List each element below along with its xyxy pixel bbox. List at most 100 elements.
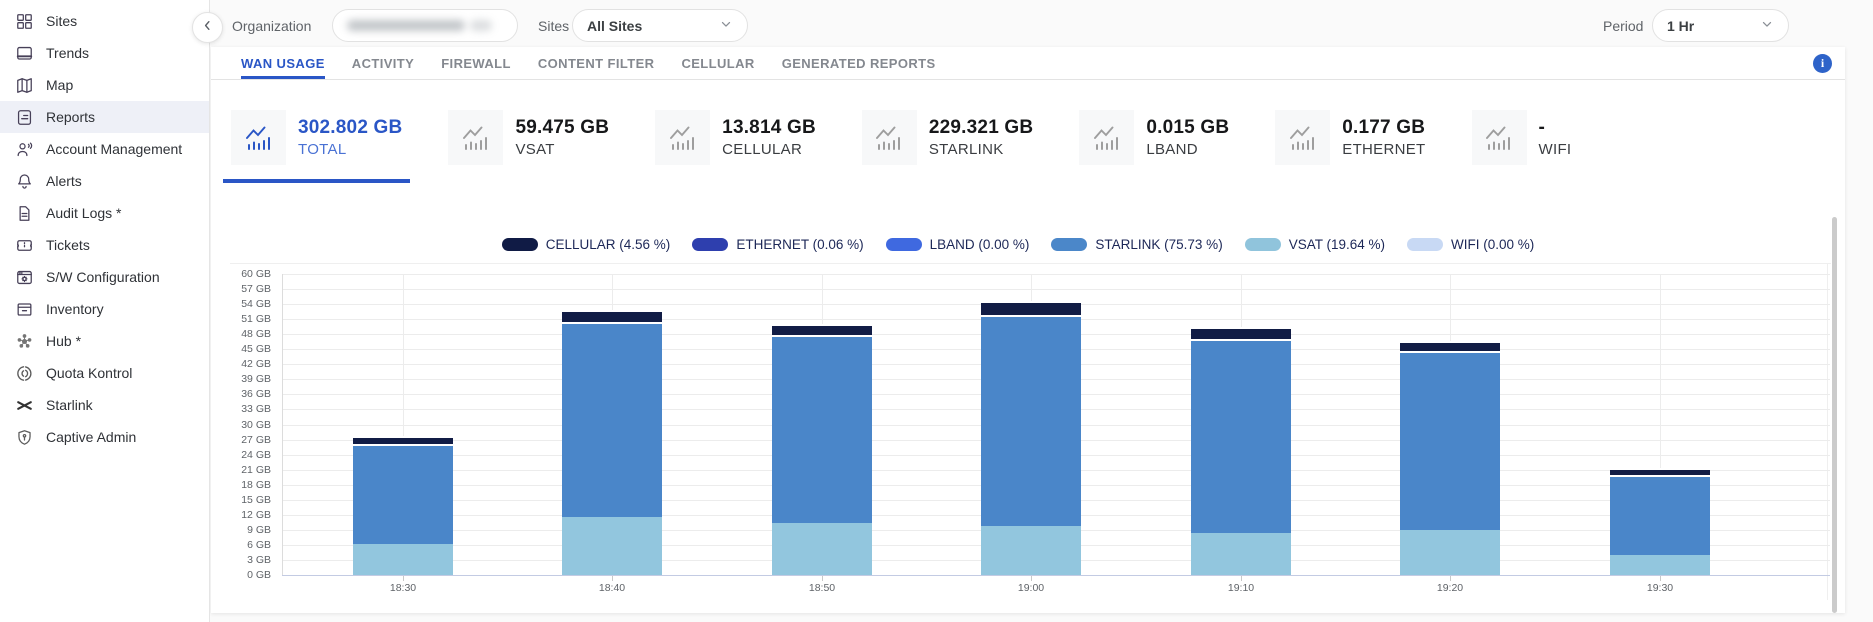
bar-segment-cellular[interactable]	[1610, 468, 1710, 476]
sidebar-item-alerts[interactable]: Alerts	[0, 165, 209, 197]
y-axis-tick-label: 18 GB	[219, 479, 271, 491]
bar-segment-vsat[interactable]	[1610, 555, 1710, 575]
bar-segment-vsat[interactable]	[1191, 533, 1291, 575]
window-gear-icon	[14, 267, 34, 287]
sidebar-item-tickets[interactable]: Tickets	[0, 229, 209, 261]
y-axis-tick-label: 42 GB	[219, 358, 271, 370]
y-axis-tick-label: 54 GB	[219, 298, 271, 310]
sidebar-item-label: Hub *	[46, 333, 81, 349]
bar-segment-vsat[interactable]	[772, 523, 872, 575]
sites-select[interactable]: All Sites	[572, 9, 748, 42]
y-axis-tick-label: 39 GB	[219, 373, 271, 385]
period-select-value: 1 Hr	[1667, 18, 1694, 34]
sidebar-item-starlink[interactable]: Starlink	[0, 389, 209, 421]
x-axis-tick-label: 19:10	[1201, 582, 1281, 594]
sidebar-item-trends[interactable]: Trends	[0, 37, 209, 69]
period-select[interactable]: 1 Hr	[1652, 9, 1789, 42]
bar-segment-vsat[interactable]	[981, 526, 1081, 575]
bar-segment-cellular[interactable]	[562, 310, 662, 323]
organization-label: Organization	[232, 18, 311, 34]
y-axis-tick-label: 51 GB	[219, 313, 271, 325]
chart-right-border	[1827, 263, 1828, 600]
y-axis-tick-label: 36 GB	[219, 388, 271, 400]
y-axis-tick-label: 33 GB	[219, 403, 271, 415]
y-axis-tick-label: 0 GB	[219, 569, 271, 581]
sidebar-item-quota-kontrol[interactable]: Quota Kontrol	[0, 357, 209, 389]
collapse-sidebar-button[interactable]	[192, 12, 223, 43]
bar-segment-starlink[interactable]	[1400, 351, 1500, 530]
gridline	[282, 289, 1830, 290]
bar-segment-cellular[interactable]	[981, 301, 1081, 315]
sidebar-item-account-management[interactable]: Account Management	[0, 133, 209, 165]
chevron-down-icon	[719, 17, 733, 34]
x-axis-tick-label: 18:40	[572, 582, 652, 594]
sidebar-item-hub[interactable]: Hub *	[0, 325, 209, 357]
sidebar-item-label: Account Management	[46, 141, 182, 157]
bar-segment-starlink[interactable]	[1191, 339, 1291, 533]
reports-card: WAN USAGEACTIVITYFIREWALLCONTENT FILTERC…	[211, 47, 1845, 613]
y-axis-line	[282, 274, 283, 575]
starlink-x-icon	[14, 395, 34, 415]
bar-segment-starlink[interactable]	[1610, 475, 1710, 555]
y-axis-tick-label: 27 GB	[219, 434, 271, 446]
sidebar-item-label: Reports	[46, 109, 95, 125]
molecule-icon	[14, 331, 34, 351]
sidebar-item-label: Audit Logs *	[46, 205, 122, 221]
shield-icon	[14, 427, 34, 447]
bar-segment-starlink[interactable]	[772, 335, 872, 523]
chart-scrollbar[interactable]	[1832, 217, 1837, 613]
map-icon	[14, 75, 34, 95]
y-axis-tick-label: 21 GB	[219, 464, 271, 476]
bar-segment-starlink[interactable]	[562, 322, 662, 517]
gridline	[282, 274, 1830, 275]
y-axis-tick-label: 30 GB	[219, 419, 271, 431]
grid-icon	[14, 11, 34, 31]
bar-segment-vsat[interactable]	[562, 517, 662, 575]
sidebar-item-label: Map	[46, 77, 73, 93]
y-axis-tick-label: 24 GB	[219, 449, 271, 461]
sidebar-item-label: Inventory	[46, 301, 104, 317]
sidebar-item-inventory[interactable]: Inventory	[0, 293, 209, 325]
x-axis-line	[282, 575, 1830, 576]
sidebar-item-captive-admin[interactable]: Captive Admin	[0, 421, 209, 453]
gauge-icon	[14, 363, 34, 383]
sidebar-item-label: S/W Configuration	[46, 269, 160, 285]
sidebar-item-label: Alerts	[46, 173, 82, 189]
bar-segment-starlink[interactable]	[353, 444, 453, 544]
sidebar-item-sites[interactable]: Sites	[0, 5, 209, 37]
sidebar-item-map[interactable]: Map	[0, 69, 209, 101]
bar-segment-vsat[interactable]	[1400, 530, 1500, 575]
y-axis-tick-label: 60 GB	[219, 268, 271, 280]
bar-segment-cellular[interactable]	[772, 324, 872, 335]
bar-segment-cellular[interactable]	[1400, 341, 1500, 352]
y-axis-tick-label: 48 GB	[219, 328, 271, 340]
sites-select-value: All Sites	[587, 18, 642, 34]
organization-value-redacted	[347, 20, 492, 31]
bell-icon	[14, 171, 34, 191]
sidebar-item-reports[interactable]: Reports	[0, 101, 209, 133]
sidebar-item-s-w-configuration[interactable]: S/W Configuration	[0, 261, 209, 293]
box-icon	[14, 299, 34, 319]
sidebar-item-label: Sites	[46, 13, 77, 29]
organization-select[interactable]	[332, 9, 518, 42]
chart-top-border	[230, 263, 1831, 264]
x-axis-tick-label: 18:30	[363, 582, 443, 594]
y-axis-tick-label: 12 GB	[219, 509, 271, 521]
sidebar-item-label: Starlink	[46, 397, 93, 413]
wan-usage-chart: 0 GB3 GB6 GB9 GB12 GB15 GB18 GB21 GB24 G…	[211, 47, 1845, 613]
y-axis-tick-label: 9 GB	[219, 524, 271, 536]
chevron-left-icon	[201, 19, 214, 37]
sidebar-item-label: Quota Kontrol	[46, 365, 132, 381]
bar-segment-starlink[interactable]	[981, 315, 1081, 526]
sidebar-item-label: Tickets	[46, 237, 90, 253]
ticket-icon	[14, 235, 34, 255]
sidebar-item-audit-logs[interactable]: Audit Logs *	[0, 197, 209, 229]
report-icon	[14, 107, 34, 127]
sites-label: Sites	[538, 18, 569, 34]
wan-usage-dashboard: { "sidebar": { "items": [ { "label": "Si…	[0, 0, 1873, 622]
x-axis-tick-label: 19:00	[991, 582, 1071, 594]
bar-segment-vsat[interactable]	[353, 544, 453, 575]
x-axis-tick-label: 19:30	[1620, 582, 1700, 594]
bar-segment-cellular[interactable]	[1191, 327, 1291, 339]
bar-segment-cellular[interactable]	[353, 436, 453, 445]
